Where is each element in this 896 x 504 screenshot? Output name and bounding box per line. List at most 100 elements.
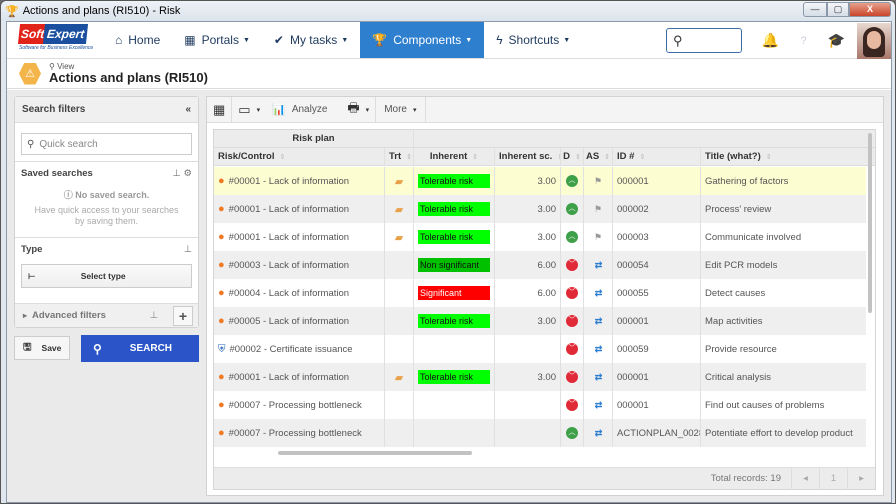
horizontal-scrollbar[interactable]: [278, 451, 472, 455]
checkered-flag-icon: ⚑: [593, 231, 603, 242]
cell-direction: ﹀: [561, 279, 584, 307]
sort-icon[interactable]: ⇕: [575, 153, 581, 161]
caret-down-icon: ▼: [242, 36, 250, 44]
inherent-risk-badge: Tolerable risk: [418, 202, 490, 216]
cell-id: 000059: [613, 335, 701, 363]
table-row[interactable]: ● #00004 - Lack of information Significant…: [214, 279, 866, 307]
cell-risk-control: ● #00007 - Processing bottleneck: [214, 419, 385, 447]
cell-trt: ▰: [385, 223, 414, 251]
cell-id: 000003: [613, 223, 701, 251]
help-icon[interactable]: ?: [787, 35, 820, 47]
table-row[interactable]: ● #00001 - Lack of information ▰ Tolerable …: [214, 223, 866, 251]
search-button[interactable]: ⚲ SEARCH: [81, 335, 199, 362]
sort-icon[interactable]: ⇕: [472, 153, 478, 161]
more-menu-button[interactable]: More ▾: [376, 96, 426, 123]
sort-icon[interactable]: ⇕: [766, 153, 772, 161]
print-button[interactable]: 🖶 ▾: [333, 96, 377, 123]
table-row[interactable]: ● #00005 - Lack of information Tolerable r…: [214, 307, 866, 335]
sort-icon[interactable]: ⇕: [604, 153, 610, 161]
cell-inherent-score: 6.00: [495, 251, 561, 279]
table-row[interactable]: ● #00001 - Lack of information ▰ Tolerable …: [214, 167, 866, 195]
vertical-scrollbar[interactable]: [868, 133, 872, 313]
trophy-icon: 🏆: [5, 5, 19, 18]
warning-hexagon-icon: ⚠: [19, 62, 41, 85]
risk-bomb-icon: ●: [218, 203, 225, 215]
column-header-title-what[interactable]: Title (what?) ⇕: [701, 148, 866, 165]
type-section: Type ⊥ ⊢ Select type: [15, 237, 198, 294]
table-row[interactable]: ● #00007 - Processing bottleneck ︿ ⇄ ACTIONP…: [214, 419, 866, 447]
sort-icon[interactable]: ⇕: [406, 153, 412, 161]
nav-item-home[interactable]: ⌂ Home: [103, 22, 172, 58]
softexpert-logo[interactable]: Soft Expert Software for Business Excelle…: [7, 22, 97, 58]
cell-trt: ▰: [385, 167, 414, 195]
quick-search-input[interactable]: ⚲ Quick search: [21, 133, 192, 155]
nav-item-components[interactable]: 🏆 Components ▼: [360, 22, 485, 58]
user-avatar[interactable]: [857, 22, 891, 59]
close-button[interactable]: X: [849, 2, 891, 17]
maximize-button[interactable]: ▢: [827, 2, 849, 17]
save-button[interactable]: 🖫 Save: [14, 336, 70, 360]
add-filter-button[interactable]: +: [173, 306, 193, 326]
graduation-cap-icon[interactable]: 🎓: [820, 32, 853, 49]
bell-icon[interactable]: 🔔: [754, 32, 787, 49]
cell-direction: ︿: [561, 223, 584, 251]
caret-down-icon: ▼: [341, 36, 349, 44]
relocate-icon: ⇄: [594, 399, 602, 410]
column-header-inherent-sc[interactable]: Inherent sc.⇕: [495, 148, 561, 165]
page-number[interactable]: 1: [819, 467, 847, 490]
search-label: SEARCH: [129, 343, 173, 354]
table-row[interactable]: ● #00003 - Lack of information Non signifi…: [214, 251, 866, 279]
minimize-button[interactable]: —: [803, 2, 827, 17]
cell-inherent-score: 3.00: [495, 195, 561, 223]
cell-inherent-score: 3.00: [495, 307, 561, 335]
risk-bomb-icon: ●: [218, 399, 225, 411]
clear-broom-icon[interactable]: ⊥: [184, 244, 192, 255]
advanced-filters-toggle[interactable]: ▸ Advanced filters ⊥ +: [15, 303, 198, 327]
column-header-risk-control[interactable]: Risk/Control ⇕: [214, 148, 385, 165]
global-search-input[interactable]: ⚲: [666, 28, 742, 53]
search-icon: ⚲: [27, 138, 35, 150]
cell-inherent: [414, 391, 495, 419]
table-row[interactable]: ⛨ #00002 - Certificate issuance ﹀ ⇄ 000059 Pr…: [214, 335, 866, 363]
column-header-trt[interactable]: Trt ⇕: [385, 148, 414, 165]
save-label: Save: [41, 343, 62, 353]
nav-item-portals[interactable]: ▦ Portals ▼: [172, 22, 262, 58]
column-header-as[interactable]: AS ⇕: [584, 148, 613, 165]
collapse-panel-icon[interactable]: «: [185, 104, 191, 115]
cell-inherent-score: 3.00: [495, 363, 561, 391]
clear-broom-icon[interactable]: ⊥: [150, 310, 158, 321]
nav-item-shortcuts[interactable]: ϟ Shortcuts ▼: [484, 22, 582, 58]
view-options-button[interactable]: ▭ ▾: [232, 97, 266, 123]
cell-direction: ︿: [561, 195, 584, 223]
grid-view-button[interactable]: ▦: [207, 96, 233, 123]
nav-item-my-tasks[interactable]: ✔ My tasks ▼: [262, 22, 360, 58]
column-header-d[interactable]: D ⇕: [561, 148, 584, 165]
tree-icon: ⊢: [28, 270, 36, 281]
sort-icon[interactable]: ⇕: [639, 153, 645, 161]
sort-icon[interactable]: ⇕: [279, 153, 285, 161]
cell-as: ⚑: [584, 223, 613, 251]
advanced-filters-label: Advanced filters: [32, 310, 106, 321]
clear-broom-icon[interactable]: ⊥: [173, 168, 181, 179]
column-header-inherent[interactable]: Inherent ⇕: [414, 148, 495, 165]
cell-as: ⇄: [584, 279, 613, 307]
total-records: Total records: 19: [710, 473, 781, 484]
table-row[interactable]: ● #00007 - Processing bottleneck ﹀ ⇄ 000001 F…: [214, 391, 866, 419]
analyze-button[interactable]: 📊 Analyze: [266, 97, 333, 123]
logo-tagline: Software for Business Excellence: [19, 45, 94, 51]
grid-icon: ▦: [184, 33, 196, 47]
nav-item-label: Portals: [201, 33, 239, 47]
table-row[interactable]: ● #00001 - Lack of information ▰ Tolerable …: [214, 363, 866, 391]
column-header-id[interactable]: ID # ⇕: [613, 148, 701, 165]
caret-down-icon: ▾: [365, 106, 370, 114]
gear-icon[interactable]: ⚙: [183, 168, 192, 179]
table-row[interactable]: ● #00001 - Lack of information ▰ Tolerable …: [214, 195, 866, 223]
cell-direction: ︿: [561, 167, 584, 195]
grid-rows: ● #00001 - Lack of information ▰ Tolerable …: [214, 167, 866, 453]
select-type-button[interactable]: ⊢ Select type: [21, 264, 192, 288]
next-page-button[interactable]: ▸: [847, 467, 875, 490]
cell-inherent: [414, 335, 495, 363]
search-filters-title: Search filters: [22, 104, 86, 115]
prev-page-button[interactable]: ◂: [791, 467, 819, 490]
floppy-disk-icon: 🖫: [23, 341, 32, 353]
